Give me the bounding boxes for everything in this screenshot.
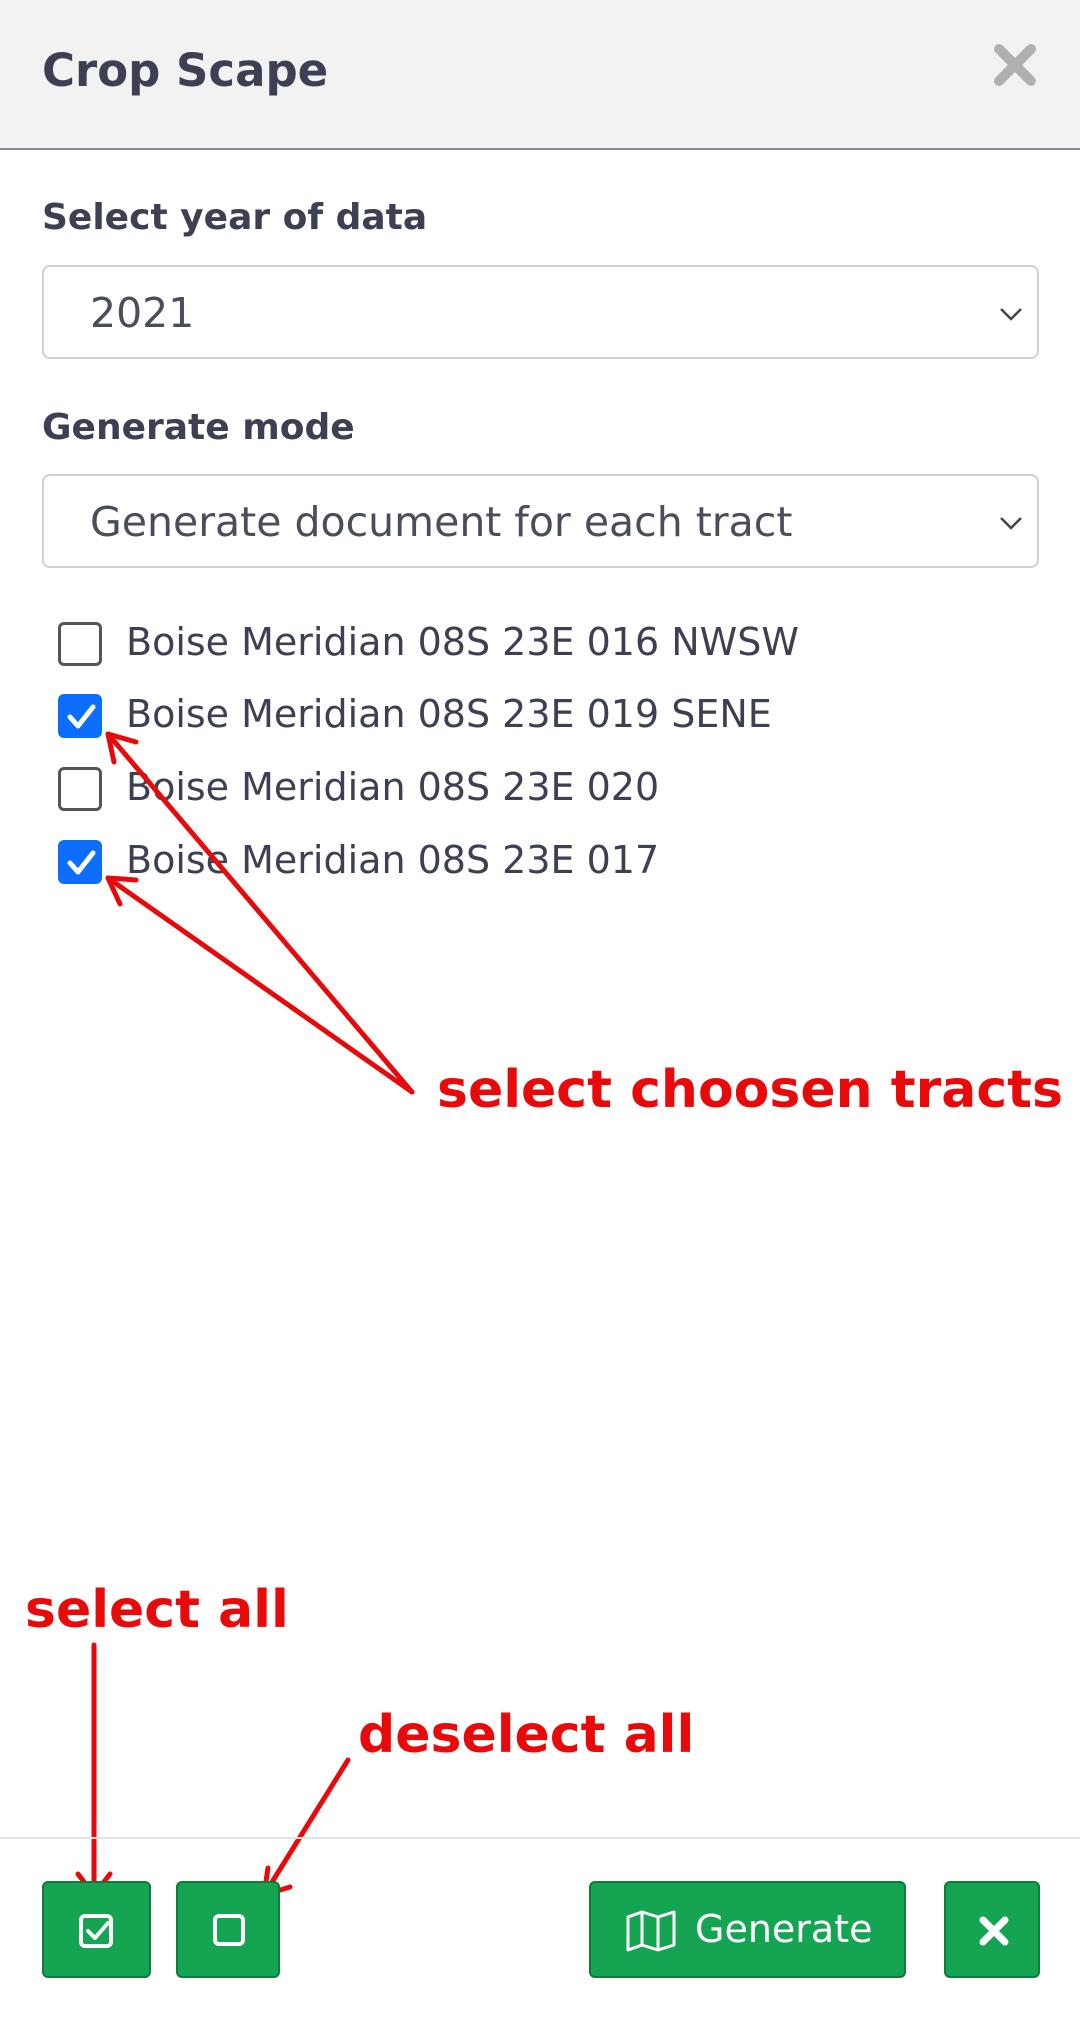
year-select[interactable]: 2021	[42, 265, 1039, 359]
square-icon	[213, 1914, 245, 1946]
generate-button[interactable]: Generate	[589, 1881, 906, 1978]
footer-divider	[0, 1837, 1080, 1839]
chevron-down-icon	[1000, 308, 1022, 321]
generate-button-label: Generate	[695, 1907, 873, 1951]
tract-checkbox[interactable]	[58, 767, 102, 811]
tract-checkbox[interactable]	[58, 622, 102, 666]
dialog-title: Crop Scape	[42, 44, 329, 97]
tract-label: Boise Meridian 08S 23E 016 NWSW	[126, 620, 799, 664]
mode-selected-value: Generate document for each tract	[90, 498, 793, 546]
close-icon[interactable]	[990, 40, 1040, 90]
annotation-select-tracts: select choosen tracts	[437, 1060, 1063, 1120]
arrow-line	[261, 1757, 351, 1898]
chevron-down-icon	[1000, 517, 1022, 530]
arrow-line	[105, 875, 415, 1095]
mode-label: Generate mode	[42, 407, 355, 448]
times-icon	[979, 1916, 1009, 1946]
deselect-all-button[interactable]	[176, 1881, 280, 1978]
map-icon	[626, 1910, 676, 1952]
dialog-header: Crop Scape	[0, 0, 1080, 150]
tract-checkbox[interactable]	[58, 694, 102, 738]
tract-label: Boise Meridian 08S 23E 020	[126, 765, 660, 809]
check-square-icon	[79, 1914, 113, 1948]
annotation-deselect-all: deselect all	[358, 1705, 695, 1765]
tract-checkbox[interactable]	[58, 840, 102, 884]
annotation-select-all: select all	[25, 1580, 289, 1640]
select-all-button[interactable]	[42, 1881, 151, 1978]
year-label: Select year of data	[42, 197, 428, 238]
year-selected-value: 2021	[90, 289, 195, 337]
arrow-head	[105, 731, 139, 765]
close-button[interactable]	[944, 1881, 1040, 1978]
mode-select[interactable]: Generate document for each tract	[42, 474, 1039, 568]
tract-label: Boise Meridian 08S 23E 019 SENE	[126, 692, 772, 736]
tract-label: Boise Meridian 08S 23E 017	[126, 838, 660, 882]
